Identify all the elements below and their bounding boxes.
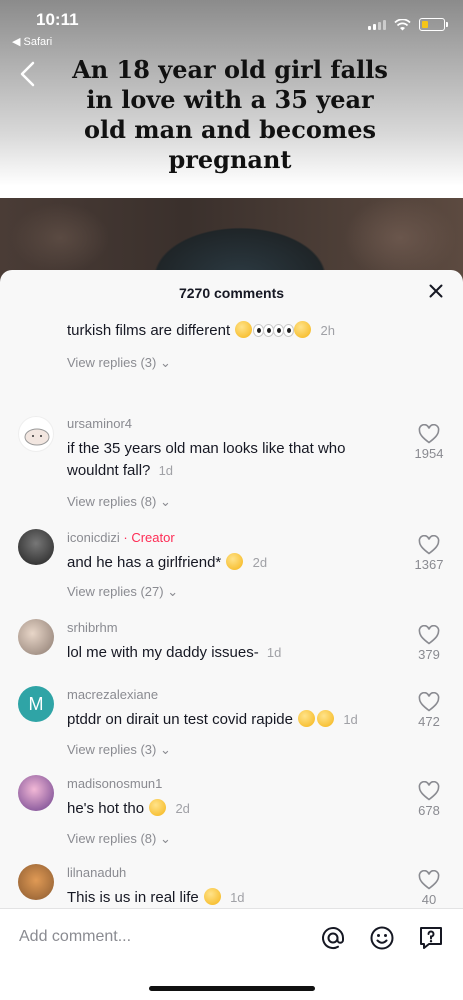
emoji-icon[interactable] <box>369 925 395 951</box>
home-indicator[interactable] <box>149 986 315 991</box>
comment-text: lol me with my daddy issues- 1d <box>67 644 282 661</box>
comment-date: 1d <box>230 890 245 905</box>
view-replies-link[interactable]: View replies (27) ⌄ <box>67 584 178 600</box>
wifi-icon <box>394 18 411 30</box>
battery-icon <box>419 18 448 31</box>
signal-icon <box>368 19 386 30</box>
back-to-safari-link[interactable]: ◀ Safari <box>12 35 52 48</box>
like-count: 40 <box>421 892 437 907</box>
status-icons <box>368 18 448 31</box>
view-replies-link[interactable]: View replies (3) ⌄ <box>67 355 171 371</box>
avatar[interactable] <box>18 864 54 900</box>
comment-date: 2d <box>175 801 190 816</box>
comment-date: 2d <box>252 555 268 570</box>
view-replies-link[interactable]: View replies (3) ⌄ <box>67 742 171 758</box>
avatar[interactable]: M <box>18 686 54 722</box>
comments-sheet: 7270 comments turkish films are differen… <box>0 270 463 1000</box>
like-button[interactable]: 379 <box>409 625 449 662</box>
chevron-left-icon[interactable] <box>16 60 40 88</box>
flushed-emoji <box>235 321 253 338</box>
flushed-emoji <box>149 799 167 816</box>
status-bar: 10:11 ◀ Safari <box>0 0 463 50</box>
comment-username[interactable]: lilnanaduh <box>67 865 126 880</box>
comment-date: 1d <box>343 712 358 727</box>
like-count: 1367 <box>414 557 444 572</box>
comment-username[interactable]: ursaminor4 <box>67 416 132 431</box>
comment-list[interactable]: turkish films are different 2h View repl… <box>0 300 463 908</box>
like-button[interactable]: 678 <box>409 781 449 818</box>
avatar[interactable] <box>18 619 54 655</box>
laughing-emoji <box>203 888 221 905</box>
avatar[interactable] <box>18 529 54 565</box>
eye-roll-emoji <box>226 553 244 570</box>
comment-text: ptddr on dirait un test covid rapide 1d <box>67 710 358 728</box>
like-count: 678 <box>418 803 440 818</box>
comment-date: 1d <box>158 463 174 478</box>
heart-icon[interactable] <box>418 692 440 712</box>
like-count: 1954 <box>414 446 444 461</box>
comment-count: 7270 comments <box>178 285 285 301</box>
heart-icon[interactable] <box>418 781 440 801</box>
comment-username[interactable]: macrezalexiane <box>67 687 158 702</box>
comment-text: if the 35 years old man looks like that … <box>67 440 346 479</box>
like-button[interactable]: 40 <box>409 870 449 907</box>
like-count: 379 <box>418 647 440 662</box>
eyes-emoji <box>283 324 295 337</box>
avatar[interactable] <box>18 416 54 452</box>
view-replies-link[interactable]: View replies (8) ⌄ <box>67 831 171 847</box>
heart-icon[interactable] <box>418 535 440 555</box>
close-icon[interactable] <box>429 284 443 298</box>
status-time: 10:11 <box>36 10 79 29</box>
creator-badge: · Creator <box>123 530 175 545</box>
comment-date: 2h <box>320 323 335 338</box>
like-count: 472 <box>418 714 440 729</box>
comment-text: he's hot tho 2d <box>67 799 190 817</box>
comment-username[interactable]: srhibrhm <box>67 620 118 635</box>
like-button[interactable]: 472 <box>409 692 449 729</box>
heart-icon[interactable] <box>418 870 440 890</box>
video-area[interactable]: 10:11 ◀ Safari An 18 year old girl falls… <box>0 0 463 300</box>
add-comment-input[interactable]: Add comment... <box>19 928 131 946</box>
comment-date: 1d <box>266 645 282 660</box>
laughing-emoji <box>298 710 316 727</box>
comment-input-bar: Add comment... <box>0 908 463 1000</box>
comment-text: and he has a girlfriend* 2d <box>67 553 268 571</box>
question-icon[interactable] <box>418 925 444 951</box>
heart-icon[interactable] <box>418 424 440 444</box>
comment-text: turkish films are different 2h <box>67 321 335 339</box>
laughing-emoji <box>294 321 312 338</box>
at-icon[interactable] <box>320 925 346 951</box>
like-button[interactable]: 1954 <box>409 424 449 461</box>
laughing-emoji <box>317 710 335 727</box>
video-caption-title: An 18 year old girl falls in love with a… <box>72 55 388 174</box>
like-button[interactable]: 1367 <box>409 535 449 572</box>
comment-text: This is us in real life 1d <box>67 888 245 906</box>
heart-icon[interactable] <box>418 625 440 645</box>
comment-username[interactable]: iconicdizi · Creator <box>67 530 175 545</box>
avatar[interactable] <box>18 775 54 811</box>
comment-username[interactable]: madisonosmun1 <box>67 776 162 791</box>
view-replies-link[interactable]: View replies (8) ⌄ <box>67 494 171 510</box>
